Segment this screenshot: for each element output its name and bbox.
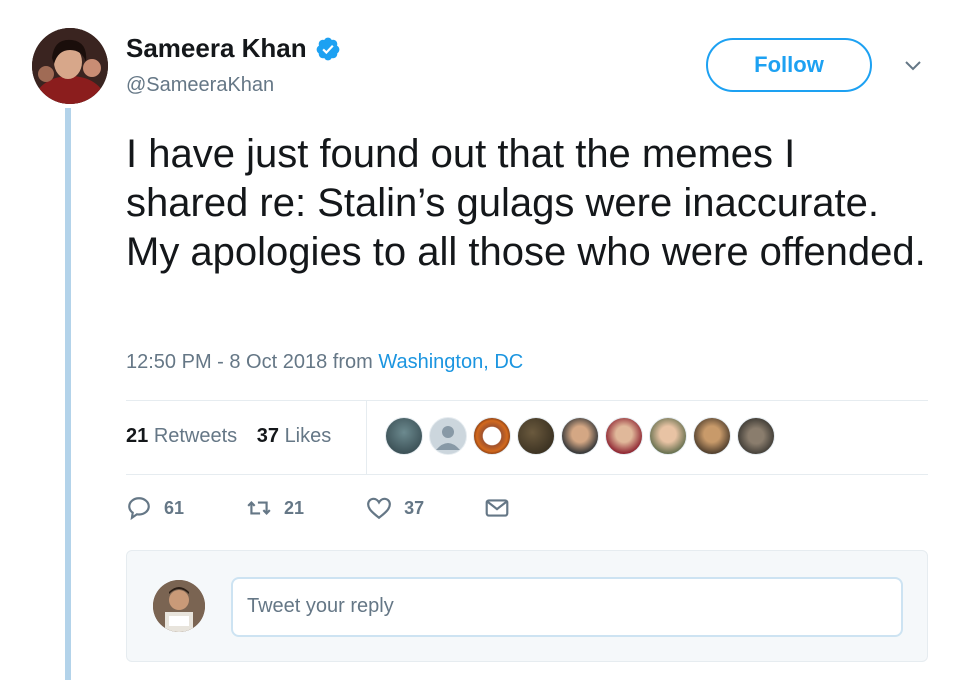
author-name[interactable]: Sameera Khan bbox=[126, 33, 307, 64]
author-handle[interactable]: @SameeraKhan bbox=[126, 74, 274, 97]
retweet-count: 21 bbox=[284, 497, 305, 518]
thread-line bbox=[65, 108, 71, 680]
liker-avatar[interactable] bbox=[473, 417, 511, 455]
chevron-down-icon[interactable] bbox=[904, 60, 922, 72]
retweet-action[interactable]: 21 bbox=[246, 495, 304, 521]
retweets-label: Retweets bbox=[153, 425, 238, 447]
liker-avatar[interactable] bbox=[605, 417, 643, 455]
retweets-stat[interactable]: 21 Retweets bbox=[126, 425, 237, 447]
likes-stat[interactable]: 37 Likes bbox=[257, 425, 332, 447]
current-user-avatar[interactable] bbox=[153, 580, 205, 632]
heart-icon bbox=[367, 497, 391, 520]
likes-label: Likes bbox=[284, 425, 332, 447]
reply-action[interactable]: 61 bbox=[126, 495, 184, 521]
tweet-timestamp: 12:50 PM - 8 Oct 2018 from Washington, D… bbox=[126, 351, 523, 374]
follow-button[interactable]: Follow bbox=[706, 38, 872, 92]
likes-count: 37 bbox=[256, 425, 279, 447]
divider bbox=[126, 474, 928, 475]
envelope-icon bbox=[485, 499, 509, 517]
liker-avatar[interactable] bbox=[385, 417, 423, 455]
reply-icon bbox=[128, 497, 150, 521]
tweet-text: I have just found out that the memes I s… bbox=[126, 132, 926, 274]
liker-avatar[interactable] bbox=[693, 417, 731, 455]
reply-composer: Tweet your reply bbox=[126, 550, 928, 662]
liker-avatars bbox=[385, 417, 781, 455]
tweet-location[interactable]: Washington, DC bbox=[378, 351, 523, 373]
retweets-count: 21 bbox=[126, 425, 149, 447]
liker-avatar[interactable] bbox=[429, 417, 467, 455]
verified-badge-icon bbox=[316, 37, 340, 60]
divider bbox=[126, 400, 928, 401]
divider bbox=[366, 400, 367, 475]
like-count: 37 bbox=[404, 497, 425, 518]
engagement-stats: 21 Retweets 37 Likes bbox=[126, 425, 331, 448]
reply-input[interactable]: Tweet your reply bbox=[231, 577, 903, 637]
tweet-time[interactable]: 12:50 PM - 8 Oct 2018 from bbox=[126, 351, 378, 373]
liker-avatar[interactable] bbox=[737, 417, 775, 455]
tweet-actions: 61 21 37 bbox=[126, 495, 510, 521]
like-action[interactable]: 37 bbox=[366, 495, 424, 521]
retweet-icon bbox=[247, 501, 271, 515]
reply-count: 61 bbox=[164, 497, 185, 518]
direct-message-action[interactable] bbox=[484, 495, 510, 521]
liker-avatar[interactable] bbox=[517, 417, 555, 455]
liker-avatar[interactable] bbox=[561, 417, 599, 455]
author-avatar[interactable] bbox=[32, 28, 108, 104]
liker-avatar[interactable] bbox=[649, 417, 687, 455]
